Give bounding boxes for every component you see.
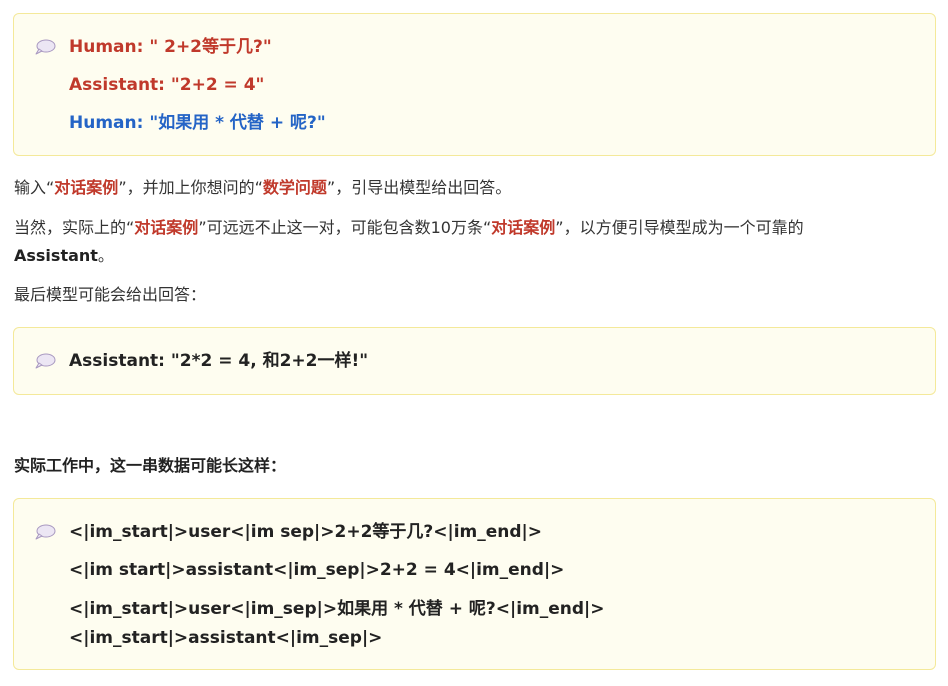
- text-span: 当然，实际上的“: [14, 218, 135, 237]
- human-line-1: Human: " 2+2等于几?": [69, 37, 272, 57]
- highlight-math-question: 数学问题: [262, 178, 327, 197]
- speech-bubble-icon: [35, 353, 56, 369]
- human-line-2: Human: "如果用 * 代替 + 呢?": [69, 113, 326, 133]
- highlight-dialog-case: 对话案例: [491, 218, 556, 237]
- highlight-dialog-case: 对话案例: [54, 178, 119, 197]
- assistant-term: Assistant: [14, 246, 98, 265]
- highlight-dialog-case: 对话案例: [134, 218, 199, 237]
- text-span: 。: [97, 246, 114, 265]
- paragraph-final-answer: 最后模型可能会给出回答：: [14, 285, 207, 304]
- conversation-callout: Human: " 2+2等于几?" Assistant: "2+2 = 4" H…: [13, 13, 936, 156]
- text-span: ”可远远不止这一对，可能包含数10万条“: [198, 218, 492, 237]
- token-line-3: <|im_start|>user<|im_sep|>如果用 * 代替 + 呢?<…: [69, 599, 605, 619]
- text-span: ”，并加上你想问的“: [118, 178, 263, 197]
- token-format-callout: <|im_start|>user<|im sep|>2+2等于几?<|im_en…: [13, 498, 936, 670]
- paragraph-dialog-cases-cont: Assistant。: [14, 242, 114, 270]
- section-heading: 实际工作中，这一串数据可能长这样：: [14, 456, 287, 475]
- text-span: ”，引导出模型给出回答。: [326, 178, 512, 197]
- assistant-line-1: Assistant: "2+2 = 4": [69, 75, 265, 95]
- text-span: 输入“: [14, 178, 55, 197]
- answer-callout: Assistant: "2*2 = 4, 和2+2一样!": [13, 327, 936, 395]
- token-line-2: <|im start|>assistant<|im_sep|>2+2 = 4<|…: [69, 560, 565, 580]
- speech-bubble-icon: [35, 524, 56, 540]
- paragraph-input-example: 输入“对话案例”，并加上你想问的“数学问题”，引导出模型给出回答。: [14, 174, 511, 202]
- speech-bubble-icon: [35, 39, 56, 55]
- token-line-4: <|im_start|>assistant<|im_sep|>: [69, 628, 383, 648]
- text-span: ”，以方便引导模型成为一个可靠的: [555, 218, 804, 237]
- assistant-answer-line: Assistant: "2*2 = 4, 和2+2一样!": [69, 351, 369, 371]
- token-line-1: <|im_start|>user<|im sep|>2+2等于几?<|im_en…: [69, 522, 543, 542]
- paragraph-dialog-cases: 当然，实际上的“对话案例”可远远不止这一对，可能包含数10万条“对话案例”，以方…: [14, 214, 804, 242]
